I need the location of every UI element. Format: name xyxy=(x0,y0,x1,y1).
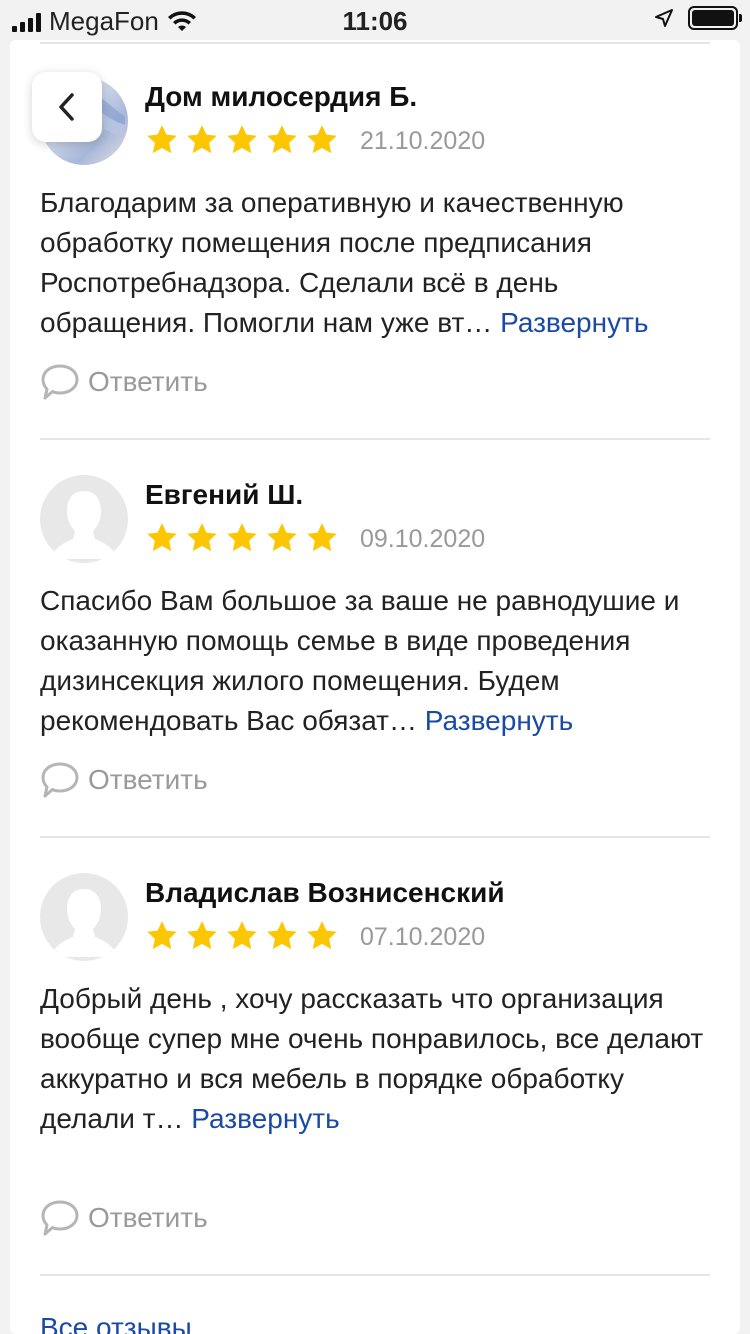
star-icon xyxy=(307,921,337,950)
review-text: Добрый день , хочу рассказать что органи… xyxy=(40,979,710,1139)
reply-button[interactable]: Ответить xyxy=(40,1199,208,1237)
star-icon xyxy=(227,921,257,950)
reviews-card: Дом милосердия Б. 21.10.2020 Благодарим … xyxy=(10,40,740,1334)
all-reviews-link[interactable]: Все отзывы xyxy=(40,1312,192,1334)
status-bar: MegaFon 11:06 xyxy=(0,0,750,40)
star-icon xyxy=(267,921,297,950)
star-icon xyxy=(307,523,337,552)
review-divider xyxy=(40,836,710,838)
reply-label: Ответить xyxy=(88,1202,208,1233)
star-icon xyxy=(267,523,297,552)
avatar[interactable] xyxy=(40,873,128,961)
rating-stars xyxy=(145,919,339,953)
speech-bubble-icon xyxy=(41,364,79,400)
status-right xyxy=(654,6,742,30)
review-text-body: Добрый день , хочу рассказать что органи… xyxy=(40,983,704,1134)
reply-label: Ответить xyxy=(88,764,208,795)
person-silhouette-icon xyxy=(50,889,118,957)
expand-link[interactable]: Развернуть xyxy=(191,1103,339,1134)
expand-link[interactable]: Развернуть xyxy=(500,307,648,338)
review-author[interactable]: Владислав Вознисенский xyxy=(145,877,505,909)
chevron-left-icon xyxy=(59,93,74,121)
expand-link[interactable]: Развернуть xyxy=(425,705,573,736)
reply-button[interactable]: Ответить xyxy=(40,363,208,401)
review-author[interactable]: Дом милосердия Б. xyxy=(145,81,417,113)
review-date: 21.10.2020 xyxy=(360,127,486,155)
clock: 11:06 xyxy=(342,6,408,36)
review-divider xyxy=(40,438,710,440)
rating-stars xyxy=(145,123,339,157)
star-icon xyxy=(187,921,217,950)
star-icon xyxy=(227,523,257,552)
speech-bubble-icon xyxy=(41,762,79,798)
reply-label: Ответить xyxy=(88,366,208,397)
star-icon xyxy=(147,921,177,950)
review-author[interactable]: Евгений Ш. xyxy=(145,479,303,511)
star-icon xyxy=(227,125,257,154)
reply-button[interactable]: Ответить xyxy=(40,761,208,799)
review-divider xyxy=(40,1274,710,1276)
star-icon xyxy=(267,125,297,154)
speech-bubble-icon xyxy=(41,1200,79,1236)
person-silhouette-icon xyxy=(50,491,118,559)
star-icon xyxy=(187,523,217,552)
location-arrow-icon xyxy=(655,9,673,27)
review-text: Спасибо Вам большое за ваше не равнодуши… xyxy=(40,581,710,741)
star-icon xyxy=(147,125,177,154)
review-text: Благодарим за оперативную и качественную… xyxy=(40,183,710,343)
top-divider xyxy=(40,42,710,44)
star-icon xyxy=(187,125,217,154)
rating-stars xyxy=(145,521,339,555)
star-icon xyxy=(307,125,337,154)
avatar[interactable] xyxy=(40,475,128,563)
back-button[interactable] xyxy=(32,72,102,142)
review-text-body: Спасибо Вам большое за ваше не равнодуши… xyxy=(40,585,680,736)
review-date: 09.10.2020 xyxy=(360,525,486,553)
battery-icon xyxy=(688,6,742,30)
review-date: 07.10.2020 xyxy=(360,923,486,951)
star-icon xyxy=(147,523,177,552)
